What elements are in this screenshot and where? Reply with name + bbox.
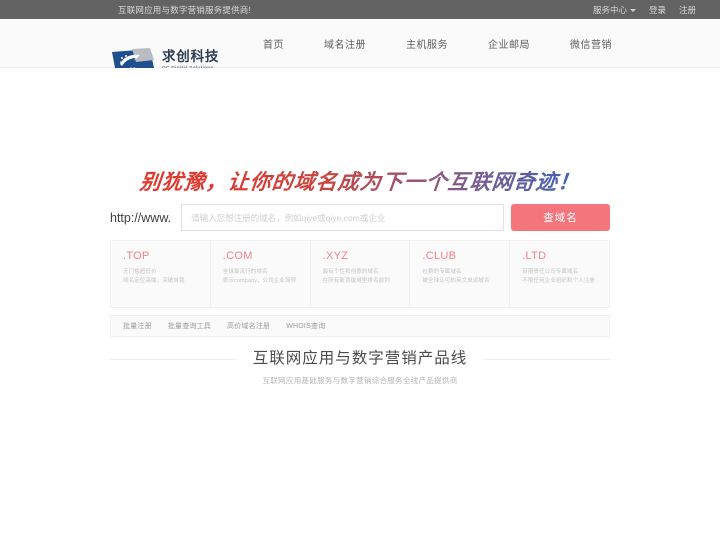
tld-desc-line1: 最有个性和创意的域名 xyxy=(322,269,379,275)
domain-quick-links: 批量注册 批量查询工具 高价域名注册 WHOIS查询 xyxy=(110,315,610,337)
section-heading-block: 互联网应用与数字营销产品线 互联网应用基础服务与数字营销综合服务全线产品提供商 xyxy=(0,346,720,386)
domain-search-input[interactable] xyxy=(181,204,504,231)
register-link[interactable]: 注册 xyxy=(679,4,696,16)
site-header: QC 求创科技 QC Digital Solutions 首页 域名注册 主机服… xyxy=(0,19,720,73)
search-domain-button[interactable]: 查域名 xyxy=(511,204,610,231)
link-bulk-register[interactable]: 批量注册 xyxy=(123,321,152,331)
tld-name: .XYZ xyxy=(322,250,349,262)
tld-desc-line2: 在所有新顶级域里排名前列 xyxy=(322,278,390,284)
tld-promo-strip: .TOP 无门槛超低价 域名定位高端，突破自我 .COM 全球最流行的域名 表示… xyxy=(110,240,610,308)
hero-section: 别犹豫，让你的域名成为下一个互联网奇迹！ http://www. 查域名 .TO… xyxy=(0,68,720,337)
tld-desc-line1: 有限责任公司专属域名 xyxy=(522,269,579,275)
hero-headline: 别犹豫，让你的域名成为下一个互联网奇迹！ xyxy=(0,166,720,196)
topbar-slogan: 互联网应用与数字营销服务提供商! xyxy=(118,4,252,15)
page-root: 互联网应用与数字营销服务提供商! 服务中心 登录 注册 求创科技 首页 域名注册… xyxy=(0,0,720,540)
nav-item-domain-registration[interactable]: 域名注册 xyxy=(304,36,386,51)
tld-desc-line1: 无门槛超低价 xyxy=(123,269,157,275)
tld-name: .COM xyxy=(222,250,253,262)
topbar-actions: 服务中心 登录 注册 xyxy=(593,4,696,16)
nav-item-wechat-marketing[interactable]: 微信营销 xyxy=(550,36,632,51)
section-title: 互联网应用与数字营销产品线 xyxy=(236,346,484,368)
link-premium-domains[interactable]: 高价域名注册 xyxy=(227,321,270,331)
link-bulk-query-tool[interactable]: 批量查询工具 xyxy=(168,321,211,331)
top-utility-bar: 互联网应用与数字营销服务提供商! 服务中心 登录 注册 xyxy=(0,0,720,19)
protocol-label: http://www. xyxy=(110,210,172,225)
tld-desc-line2: 不限任何企业组织和个人注册 xyxy=(522,278,595,284)
nav-item-home[interactable]: 首页 xyxy=(255,36,304,51)
service-center-menu[interactable]: 服务中心 xyxy=(593,4,636,16)
login-link[interactable]: 登录 xyxy=(649,4,666,16)
tld-name: .CLUB xyxy=(422,250,457,262)
tld-card-ltd[interactable]: .LTD 有限责任公司专属域名 不限任何企业组织和个人注册 xyxy=(510,241,609,307)
logo-name-cn: 求创科技 xyxy=(162,48,220,65)
tld-name: .LTD xyxy=(522,250,547,262)
tld-desc-line2: 域名定位高端，突破自我 xyxy=(123,278,185,284)
tld-desc-line1: 全球最流行的域名 xyxy=(222,269,268,275)
tld-desc-line1: 社群的专属域名 xyxy=(422,269,462,275)
product-line-section: 互联网应用与数字营销产品线 互联网应用基础服务与数字营销综合服务全线产品提供商 … xyxy=(0,346,720,386)
tld-card-xyz[interactable]: .XYZ 最有个性和创意的域名 在所有新顶级域里排名前列 xyxy=(311,241,411,307)
tld-desc-line2: 被全球认可的英文单词域名 xyxy=(422,278,490,284)
link-whois-lookup[interactable]: WHOIS查询 xyxy=(286,321,325,331)
section-subtitle: 互联网应用基础服务与数字营销综合服务全线产品提供商 xyxy=(262,376,458,385)
chevron-down-icon xyxy=(629,8,636,12)
nav-item-hosting[interactable]: 主机服务 xyxy=(386,36,468,51)
tld-name: .TOP xyxy=(123,250,150,262)
service-center-label: 服务中心 xyxy=(592,4,627,15)
tld-desc-line2: 表示company，公司企业简称 xyxy=(222,278,297,284)
tld-card-top[interactable]: .TOP 无门槛超低价 域名定位高端，突破自我 xyxy=(111,241,211,307)
domain-search-bar: http://www. 查域名 xyxy=(110,204,610,231)
tld-card-com[interactable]: .COM 全球最流行的域名 表示company，公司企业简称 xyxy=(211,241,311,307)
tld-card-club[interactable]: .CLUB 社群的专属域名 被全球认可的英文单词域名 xyxy=(410,241,511,307)
nav-item-enterprise-mail[interactable]: 企业邮局 xyxy=(468,36,550,51)
main-navigation: 首页 域名注册 主机服务 企业邮局 微信营销 xyxy=(255,19,632,68)
